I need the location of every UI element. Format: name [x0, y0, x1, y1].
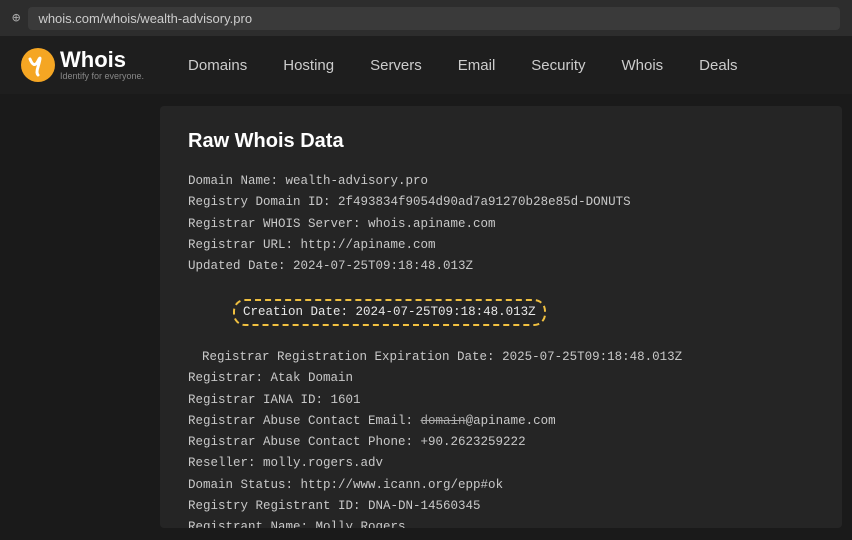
nav-item-email[interactable]: Email	[442, 51, 512, 80]
nav-items: Domains Hosting Servers Email Security W…	[172, 51, 753, 80]
line-updated-date: Updated Date: 2024-07-25T09:18:48.013Z	[188, 256, 814, 277]
line-expiration-date: Registrar Registration Expiration Date: …	[188, 347, 814, 368]
main-nav: Whois Identify for everyone. Domains Hos…	[0, 36, 852, 94]
nav-item-hosting[interactable]: Hosting	[267, 51, 350, 80]
line-iana-id: Registrar IANA ID: 1601	[188, 390, 814, 411]
nav-item-deals[interactable]: Deals	[683, 51, 753, 80]
url-bar[interactable]: whois.com/whois/wealth-advisory.pro	[28, 7, 840, 30]
email-strike: domain	[421, 414, 466, 428]
line-reseller: Reseller: molly.rogers.adv	[188, 453, 814, 474]
email-rest: @apiname.com	[466, 414, 556, 428]
whois-data: Domain Name: wealth-advisory.pro Registr…	[188, 171, 814, 528]
logo-text: Whois Identify for everyone.	[60, 49, 144, 81]
line-domain-status: Domain Status: http://www.icann.org/epp#…	[188, 475, 814, 496]
line-domain-name: Domain Name: wealth-advisory.pro	[188, 171, 814, 192]
section-title: Raw Whois Data	[188, 130, 814, 153]
line-registry-registrant-id: Registry Registrant ID: DNA-DN-14560345	[188, 496, 814, 517]
logo[interactable]: Whois Identify for everyone.	[20, 47, 144, 83]
logo-tagline-label: Identify for everyone.	[60, 71, 144, 81]
browser-tab-icon: ⊕	[12, 10, 20, 27]
nav-item-domains[interactable]: Domains	[172, 51, 263, 80]
line-abuse-email: Registrar Abuse Contact Email: domain@ap…	[188, 411, 814, 432]
logo-icon	[20, 47, 56, 83]
line-whois-server: Registrar WHOIS Server: whois.apiname.co…	[188, 214, 814, 235]
main-content: Raw Whois Data Domain Name: wealth-advis…	[160, 106, 842, 528]
line-registrar: Registrar: Atak Domain	[188, 368, 814, 389]
line-registrar-url: Registrar URL: http://apiname.com	[188, 235, 814, 256]
creation-date-highlight: Creation Date: 2024-07-25T09:18:48.013Z	[233, 299, 546, 326]
nav-item-security[interactable]: Security	[515, 51, 601, 80]
nav-item-servers[interactable]: Servers	[354, 51, 438, 80]
line-abuse-phone: Registrar Abuse Contact Phone: +90.26232…	[188, 432, 814, 453]
browser-chrome: ⊕ whois.com/whois/wealth-advisory.pro	[0, 0, 852, 36]
logo-whois-label: Whois	[60, 49, 144, 71]
line-creation-date: Creation Date: 2024-07-25T09:18:48.013Z	[188, 277, 814, 347]
nav-item-whois[interactable]: Whois	[605, 51, 679, 80]
line-registrant-name: Registrant Name: Molly Rogers	[188, 517, 814, 528]
line-registry-id: Registry Domain ID: 2f493834f9054d90ad7a…	[188, 192, 814, 213]
